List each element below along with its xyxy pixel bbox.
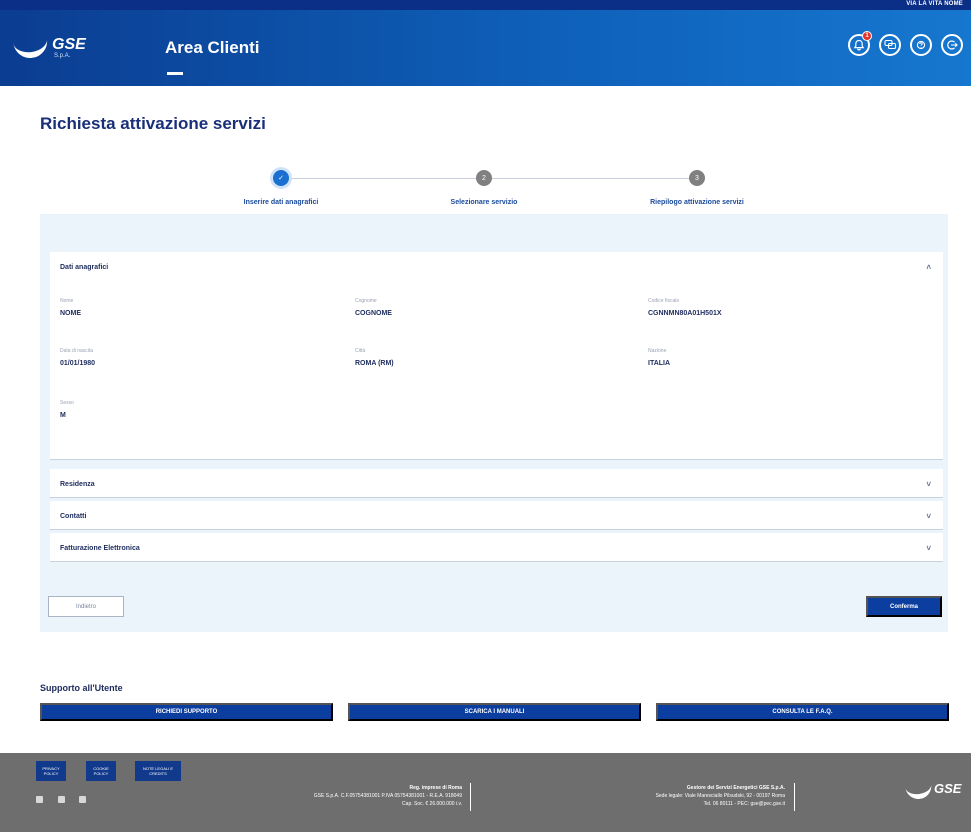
chevron-down-icon[interactable]: ˅ [926,544,931,553]
step-2-dot: 2 [476,170,492,186]
request-support-button[interactable]: RICHIEDI SUPPORTO [40,703,333,721]
section-residenza[interactable]: Residenza ˅ [50,469,943,498]
field-value: ITALIA [648,360,671,367]
field-cognome: Cognome COGNOME [355,298,392,317]
confirm-button[interactable]: Conferma [866,596,942,617]
privacy-policy-link[interactable]: PRIVACY POLICY [36,761,66,781]
app-header: GSE S.p.A. Area Clienti 1 [0,10,971,86]
support-title: Supporto all'Utente [40,683,123,693]
step-1-check-icon: ✓ [273,170,289,186]
field-codice-fiscale: Codice fiscale CGNNMN80A01H501X [648,298,722,317]
section-title: Contatti [60,512,87,520]
company-line: Tel. 06 80111 - PEC: gse@pec.gse.it [703,801,785,807]
field-sesso: Sesso M [60,400,74,419]
field-value: CGNNMN80A01H501X [648,310,722,317]
cookie-policy-link[interactable]: COOKIE POLICY [86,761,116,781]
page-title: Richiesta attivazione servizi [40,114,266,133]
field-label: Codice fiscale [648,298,680,304]
section-header[interactable]: Residenza ˅ [50,469,943,499]
notification-icon[interactable]: 1 [848,31,872,56]
user-label[interactable]: VIA LA VITA NOME [906,1,963,7]
chat-icon[interactable] [879,34,901,56]
field-label: Nome [60,298,74,304]
registered-office-line: Cap. Soc. € 26.000.000 i.v. [402,801,462,807]
field-value: M [60,412,66,419]
field-nome: Nome NOME [60,298,81,317]
footer-logo: GSE [905,781,962,809]
legal-notes-link[interactable]: NOTE LEGALI E CREDITS [135,761,181,781]
section-title: Residenza [60,480,95,488]
field-nazione: Nazione ITALIA [648,348,670,367]
chevron-down-icon[interactable]: ˅ [926,512,931,521]
notification-badge: 1 [862,31,872,41]
youtube-icon[interactable] [79,796,86,803]
field-citta: Città ROMA (RM) [355,348,394,367]
field-label: Data di nascita [60,348,94,354]
company-info: Gestore dei Servizi Energetici GSE S.p.A… [580,784,785,808]
registered-office-line: GSE S.p.A. C.F.05754381001 P.IVA 0575438… [313,793,462,799]
footer: PRIVACY POLICY COOKIE POLICY NOTE LEGALI… [0,753,971,832]
faq-button[interactable]: CONSULTA LE F.A.Q. [656,703,949,721]
logo-subtext: S.p.A. [54,53,71,59]
step-3-label: Riepilogo attivazione servizi [650,199,744,206]
logo-swoosh-icon [12,33,50,61]
section-header[interactable]: Contatti ˅ [50,501,943,531]
company-title: Gestore dei Servizi Energetici GSE S.p.A… [686,785,785,791]
footer-divider [470,783,471,811]
section-fatturazione-elettronica[interactable]: Fatturazione Elettronica ˅ [50,533,943,562]
app-title: Area Clienti [165,38,260,57]
download-manuals-button[interactable]: SCARICA I MANUALI [348,703,641,721]
stepper: ✓ 2 3 Inserire dati anagrafici Seleziona… [230,170,770,210]
field-label: Sesso [60,400,74,406]
field-label: Cognome [355,298,377,304]
section-header[interactable]: Dati anagrafici ˄ [50,252,943,282]
section-dati-anagrafici: Dati anagrafici ˄ Nome NOME Cognome COGN… [50,252,943,460]
top-strip: VIA LA VITA NOME [0,0,971,10]
registered-office-title: Reg. imprese di Roma [409,785,462,791]
company-line: Sede legale: Viale Maresciallo Pilsudski… [655,793,785,799]
form-panel: Dati anagrafici ˄ Nome NOME Cognome COGN… [40,214,948,632]
logo-swoosh-icon [905,781,933,801]
facebook-icon[interactable] [36,796,43,803]
field-value: NOME [60,310,81,317]
section-title: Dati anagrafici [60,263,109,271]
header-actions: 1 [848,31,963,56]
field-label: Città [355,348,366,354]
section-title: Fatturazione Elettronica [60,544,140,552]
footer-logo-text: GSE [934,781,962,796]
footer-divider [794,783,795,811]
help-icon[interactable] [910,34,932,56]
logout-icon[interactable] [941,34,963,56]
chevron-down-icon[interactable]: ˅ [926,480,931,489]
field-value: COGNOME [355,310,392,317]
step-2-label: Selezionare servizio [450,199,518,206]
stepper-line [288,178,478,179]
twitter-icon[interactable] [58,796,65,803]
field-value: 01/01/1980 [60,360,96,367]
back-button[interactable]: Indietro [48,596,124,617]
chevron-up-icon[interactable]: ˄ [926,263,931,272]
registered-office-info: Reg. imprese di Roma GSE S.p.A. C.F.0575… [250,784,462,808]
home-indicator [167,72,183,75]
field-label: Nazione [648,348,667,354]
step-3-dot: 3 [689,170,705,186]
gse-logo[interactable]: GSE S.p.A. [12,32,86,66]
stepper-line [492,178,696,179]
logo-text: GSE [52,36,86,53]
field-value: ROMA (RM) [355,360,394,367]
step-1-label: Inserire dati anagrafici [243,199,319,206]
section-header[interactable]: Fatturazione Elettronica ˅ [50,533,943,563]
section-contatti[interactable]: Contatti ˅ [50,501,943,530]
field-data-nascita: Data di nascita 01/01/1980 [60,348,95,367]
